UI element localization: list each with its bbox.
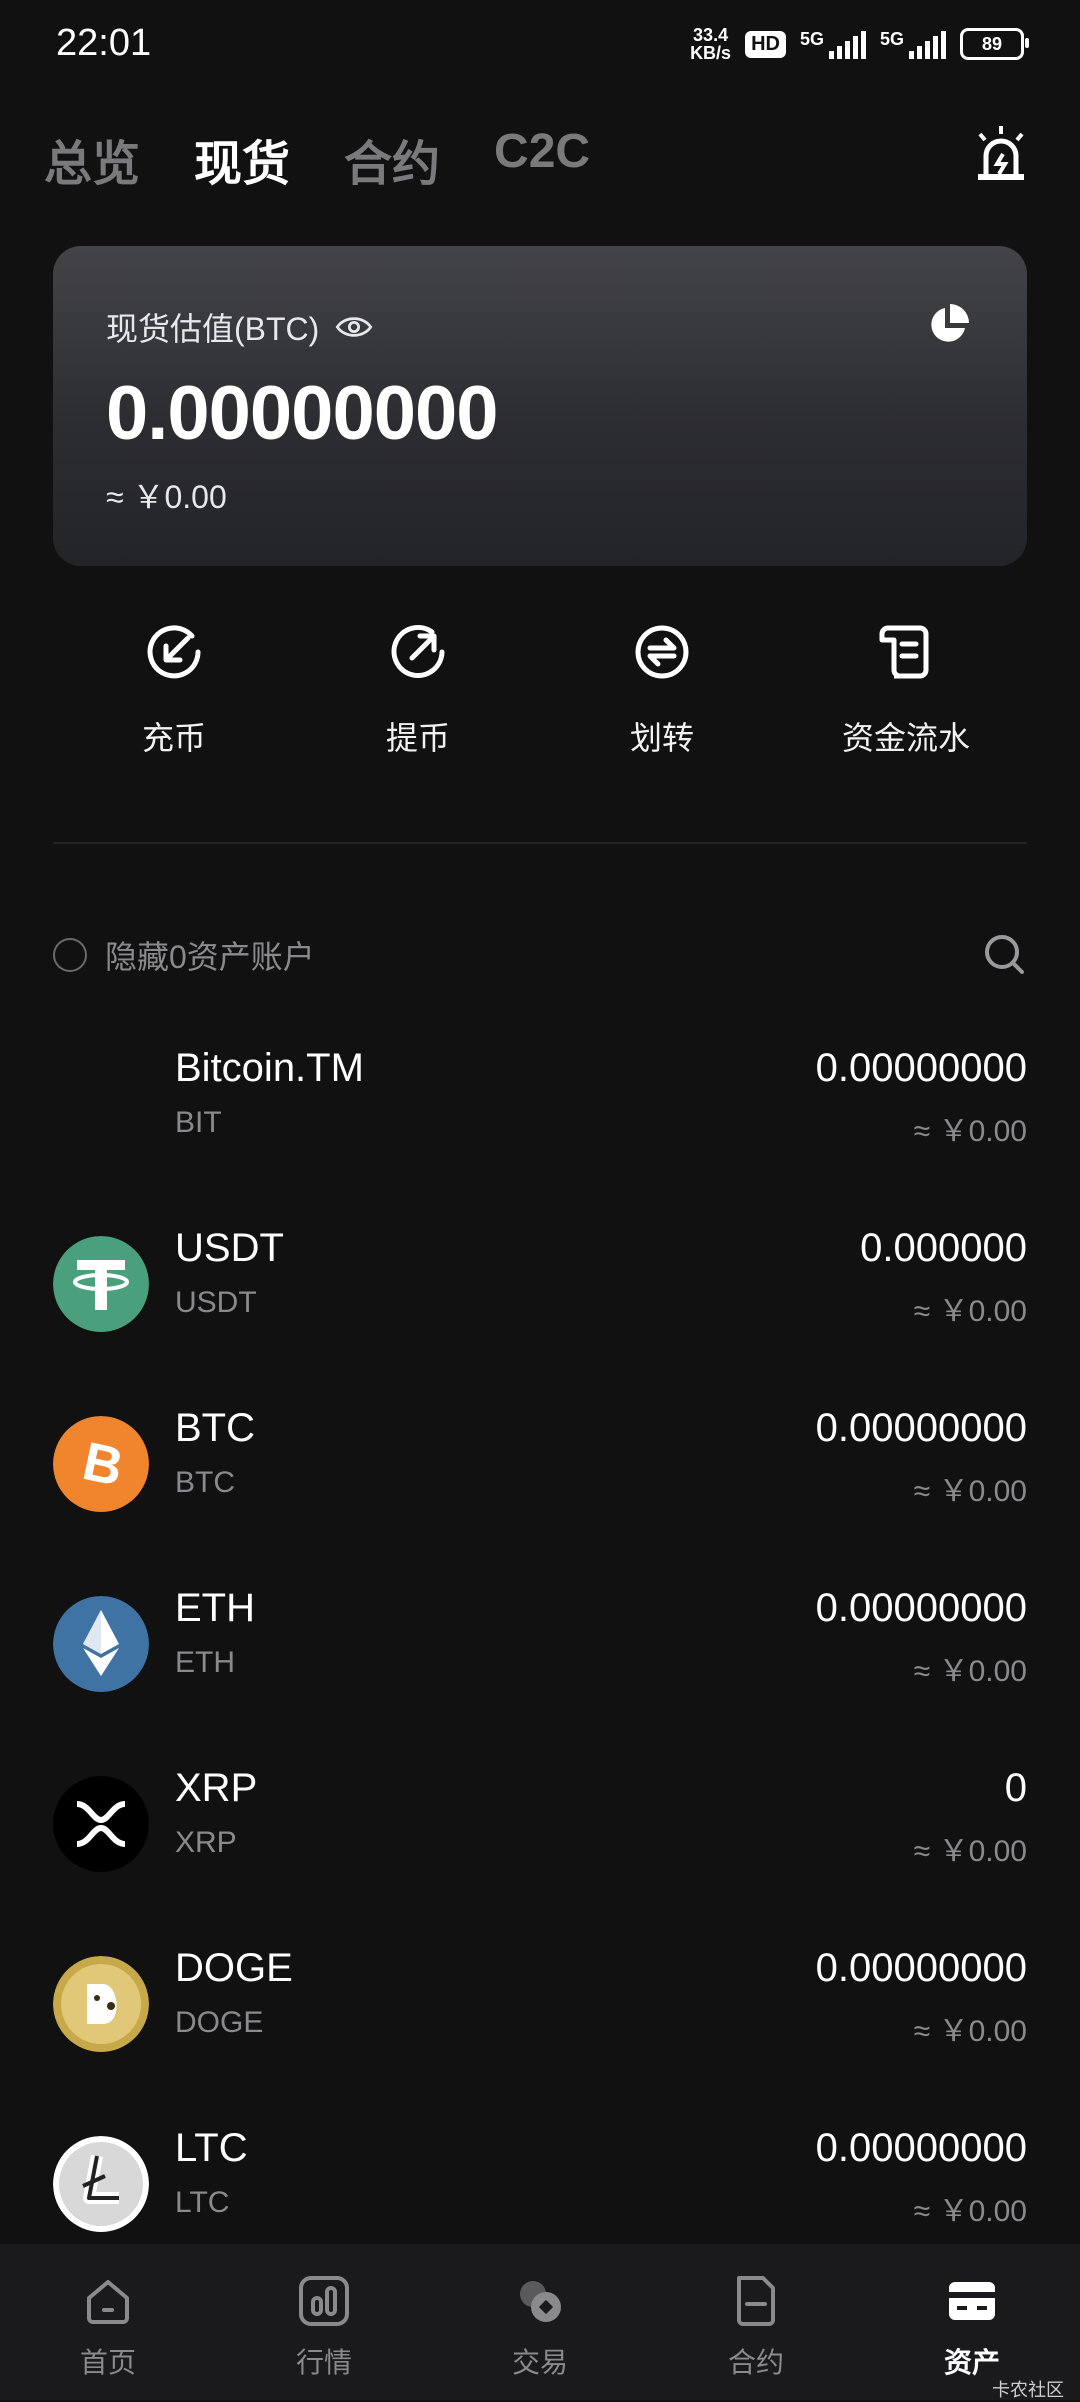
asset-amount: 0.00000000 [815, 1946, 1027, 1990]
status-icons: 33.4 KB/s HD 5G 5G 89 [690, 24, 1029, 64]
home-icon [87, 2280, 129, 2324]
signal-1-icon: 5G [800, 29, 866, 59]
asset-cny: ≈ ￥0.00 [913, 1655, 1027, 1688]
nav-home-label: 首页 [79, 2347, 136, 2378]
transfer-icon [635, 625, 689, 679]
asset-cny: ≈ ￥0.00 [913, 2195, 1027, 2228]
hide-zero-toggle[interactable]: 隐藏0资产账户 [53, 932, 315, 978]
ledger-icon [879, 625, 929, 679]
nav-contract[interactable]: 合约 [686, 2274, 826, 2381]
asset-amount: 0 [1004, 1766, 1027, 1810]
battery-icon: 89 [960, 28, 1029, 60]
asset-symbol: USDT [175, 1286, 257, 1319]
ledger-label: 资金流水 [841, 720, 970, 756]
ledger-button[interactable]: 资金流水 [806, 620, 1006, 759]
asset-amount: 0.000000 [860, 1226, 1027, 1270]
watermark: 卡农社区 [992, 2380, 1064, 2400]
asset-symbol: LTC [175, 2186, 230, 2219]
asset-row-doge[interactable]: DOGE DOGE 0.00000000 ≈ ￥0.00 [53, 1946, 1027, 2086]
tether-icon [53, 1236, 149, 1332]
hd-badge: HD [745, 30, 786, 58]
deposit-label: 充币 [141, 720, 206, 756]
asset-row-bit[interactable]: Bitcoin.TM BIT 0.00000000 ≈ ￥0.00 [53, 1046, 1027, 1186]
litecoin-icon [53, 2136, 149, 2232]
pie-chart-icon[interactable] [925, 302, 971, 348]
bottom-nav: 首页 行情 交易 合约 资产 [0, 2244, 1080, 2400]
valuation-label: 现货估值(BTC) [106, 311, 320, 347]
nav-market[interactable]: 行情 [254, 2274, 394, 2381]
alarm-icon[interactable] [972, 124, 1030, 184]
tab-c2c[interactable]: C2C [494, 124, 590, 194]
asset-row-usdt[interactable]: USDT USDT 0.000000 ≈ ￥0.00 [53, 1226, 1027, 1366]
withdraw-button[interactable]: 提币 [318, 620, 518, 759]
asset-name: USDT [175, 1226, 284, 1270]
asset-amount: 0.00000000 [815, 1406, 1027, 1450]
asset-name: XRP [175, 1766, 258, 1810]
network-speed-value: 33.4 [693, 25, 729, 45]
valuation-header: 现货估值(BTC) [106, 304, 373, 350]
withdraw-label: 提币 [385, 720, 450, 756]
asset-amount: 0.00000000 [815, 1586, 1027, 1630]
withdraw-icon [391, 625, 445, 678]
asset-name: LTC [175, 2126, 248, 2170]
asset-name: BTC [175, 1406, 255, 1450]
asset-symbol: XRP [175, 1826, 237, 1859]
wallet-icon [949, 2282, 995, 2320]
eye-icon[interactable] [335, 314, 373, 340]
valuation-value: 0.00000000 [106, 371, 499, 456]
nav-trade[interactable]: 交易 [470, 2274, 610, 2381]
bitcoin-tm-icon [53, 1056, 149, 1152]
hide-zero-label: 隐藏0资产账户 [105, 939, 315, 975]
tab-contract[interactable]: 合约 [344, 124, 440, 194]
bitcoin-icon: B [53, 1416, 149, 1512]
asset-name: ETH [175, 1586, 255, 1630]
asset-name: DOGE [175, 1946, 293, 1990]
ethereum-icon [53, 1596, 149, 1692]
asset-row-btc[interactable]: B BTC BTC 0.00000000 ≈ ￥0.00 [53, 1406, 1027, 1546]
valuation-card: 现货估值(BTC) 0.00000000 ≈ ￥0.00 [53, 246, 1027, 566]
signal-2-icon: 5G [880, 29, 946, 59]
signal-2-label: 5G [879, 29, 904, 49]
nav-assets-label: 资产 [943, 2347, 1000, 2378]
dogecoin-icon [53, 1956, 149, 2052]
asset-symbol: BIT [175, 1106, 222, 1139]
deposit-icon [147, 625, 201, 679]
asset-cny: ≈ ￥0.00 [913, 1835, 1027, 1868]
xrp-icon [53, 1776, 149, 1872]
asset-cny: ≈ ￥0.00 [913, 2015, 1027, 2048]
network-speed: 33.4 KB/s [690, 26, 731, 62]
contract-icon [737, 2276, 775, 2326]
transfer-label: 划转 [629, 720, 694, 756]
tab-overview[interactable]: 总览 [44, 124, 140, 194]
nav-contract-label: 合约 [727, 2347, 784, 2378]
asset-symbol: ETH [175, 1646, 235, 1679]
asset-row-xrp[interactable]: XRP XRP 0 ≈ ￥0.00 [53, 1766, 1027, 1906]
asset-symbol: BTC [175, 1466, 235, 1499]
transfer-button[interactable]: 划转 [562, 620, 762, 759]
trade-icon [520, 2281, 561, 2322]
market-icon [299, 2276, 349, 2326]
asset-amount: 0.00000000 [815, 1046, 1027, 1090]
asset-amount: 0.00000000 [815, 2126, 1027, 2170]
asset-cny: ≈ ￥0.00 [913, 1295, 1027, 1328]
hide-zero-radio[interactable] [53, 938, 87, 972]
asset-row-eth[interactable]: ETH ETH 0.00000000 ≈ ￥0.00 [53, 1586, 1027, 1726]
network-speed-unit: KB/s [690, 43, 732, 63]
nav-trade-label: 交易 [511, 2347, 568, 2378]
deposit-button[interactable]: 充币 [74, 620, 274, 759]
nav-assets[interactable]: 资产 [902, 2274, 1042, 2381]
status-time: 22:01 [56, 22, 152, 64]
divider [53, 842, 1027, 844]
account-tabs: 总览 现货 合约 C2C [44, 124, 590, 194]
valuation-cny: ≈ ￥0.00 [106, 479, 227, 515]
tab-spot[interactable]: 现货 [194, 124, 290, 194]
signal-1-label: 5G [799, 29, 824, 49]
asset-name: Bitcoin.TM [175, 1046, 364, 1090]
asset-symbol: DOGE [175, 2006, 264, 2039]
search-icon[interactable] [982, 932, 1026, 976]
nav-home[interactable]: 首页 [38, 2274, 178, 2381]
nav-market-label: 行情 [295, 2347, 352, 2378]
asset-cny: ≈ ￥0.00 [913, 1475, 1027, 1508]
asset-cny: ≈ ￥0.00 [913, 1115, 1027, 1148]
